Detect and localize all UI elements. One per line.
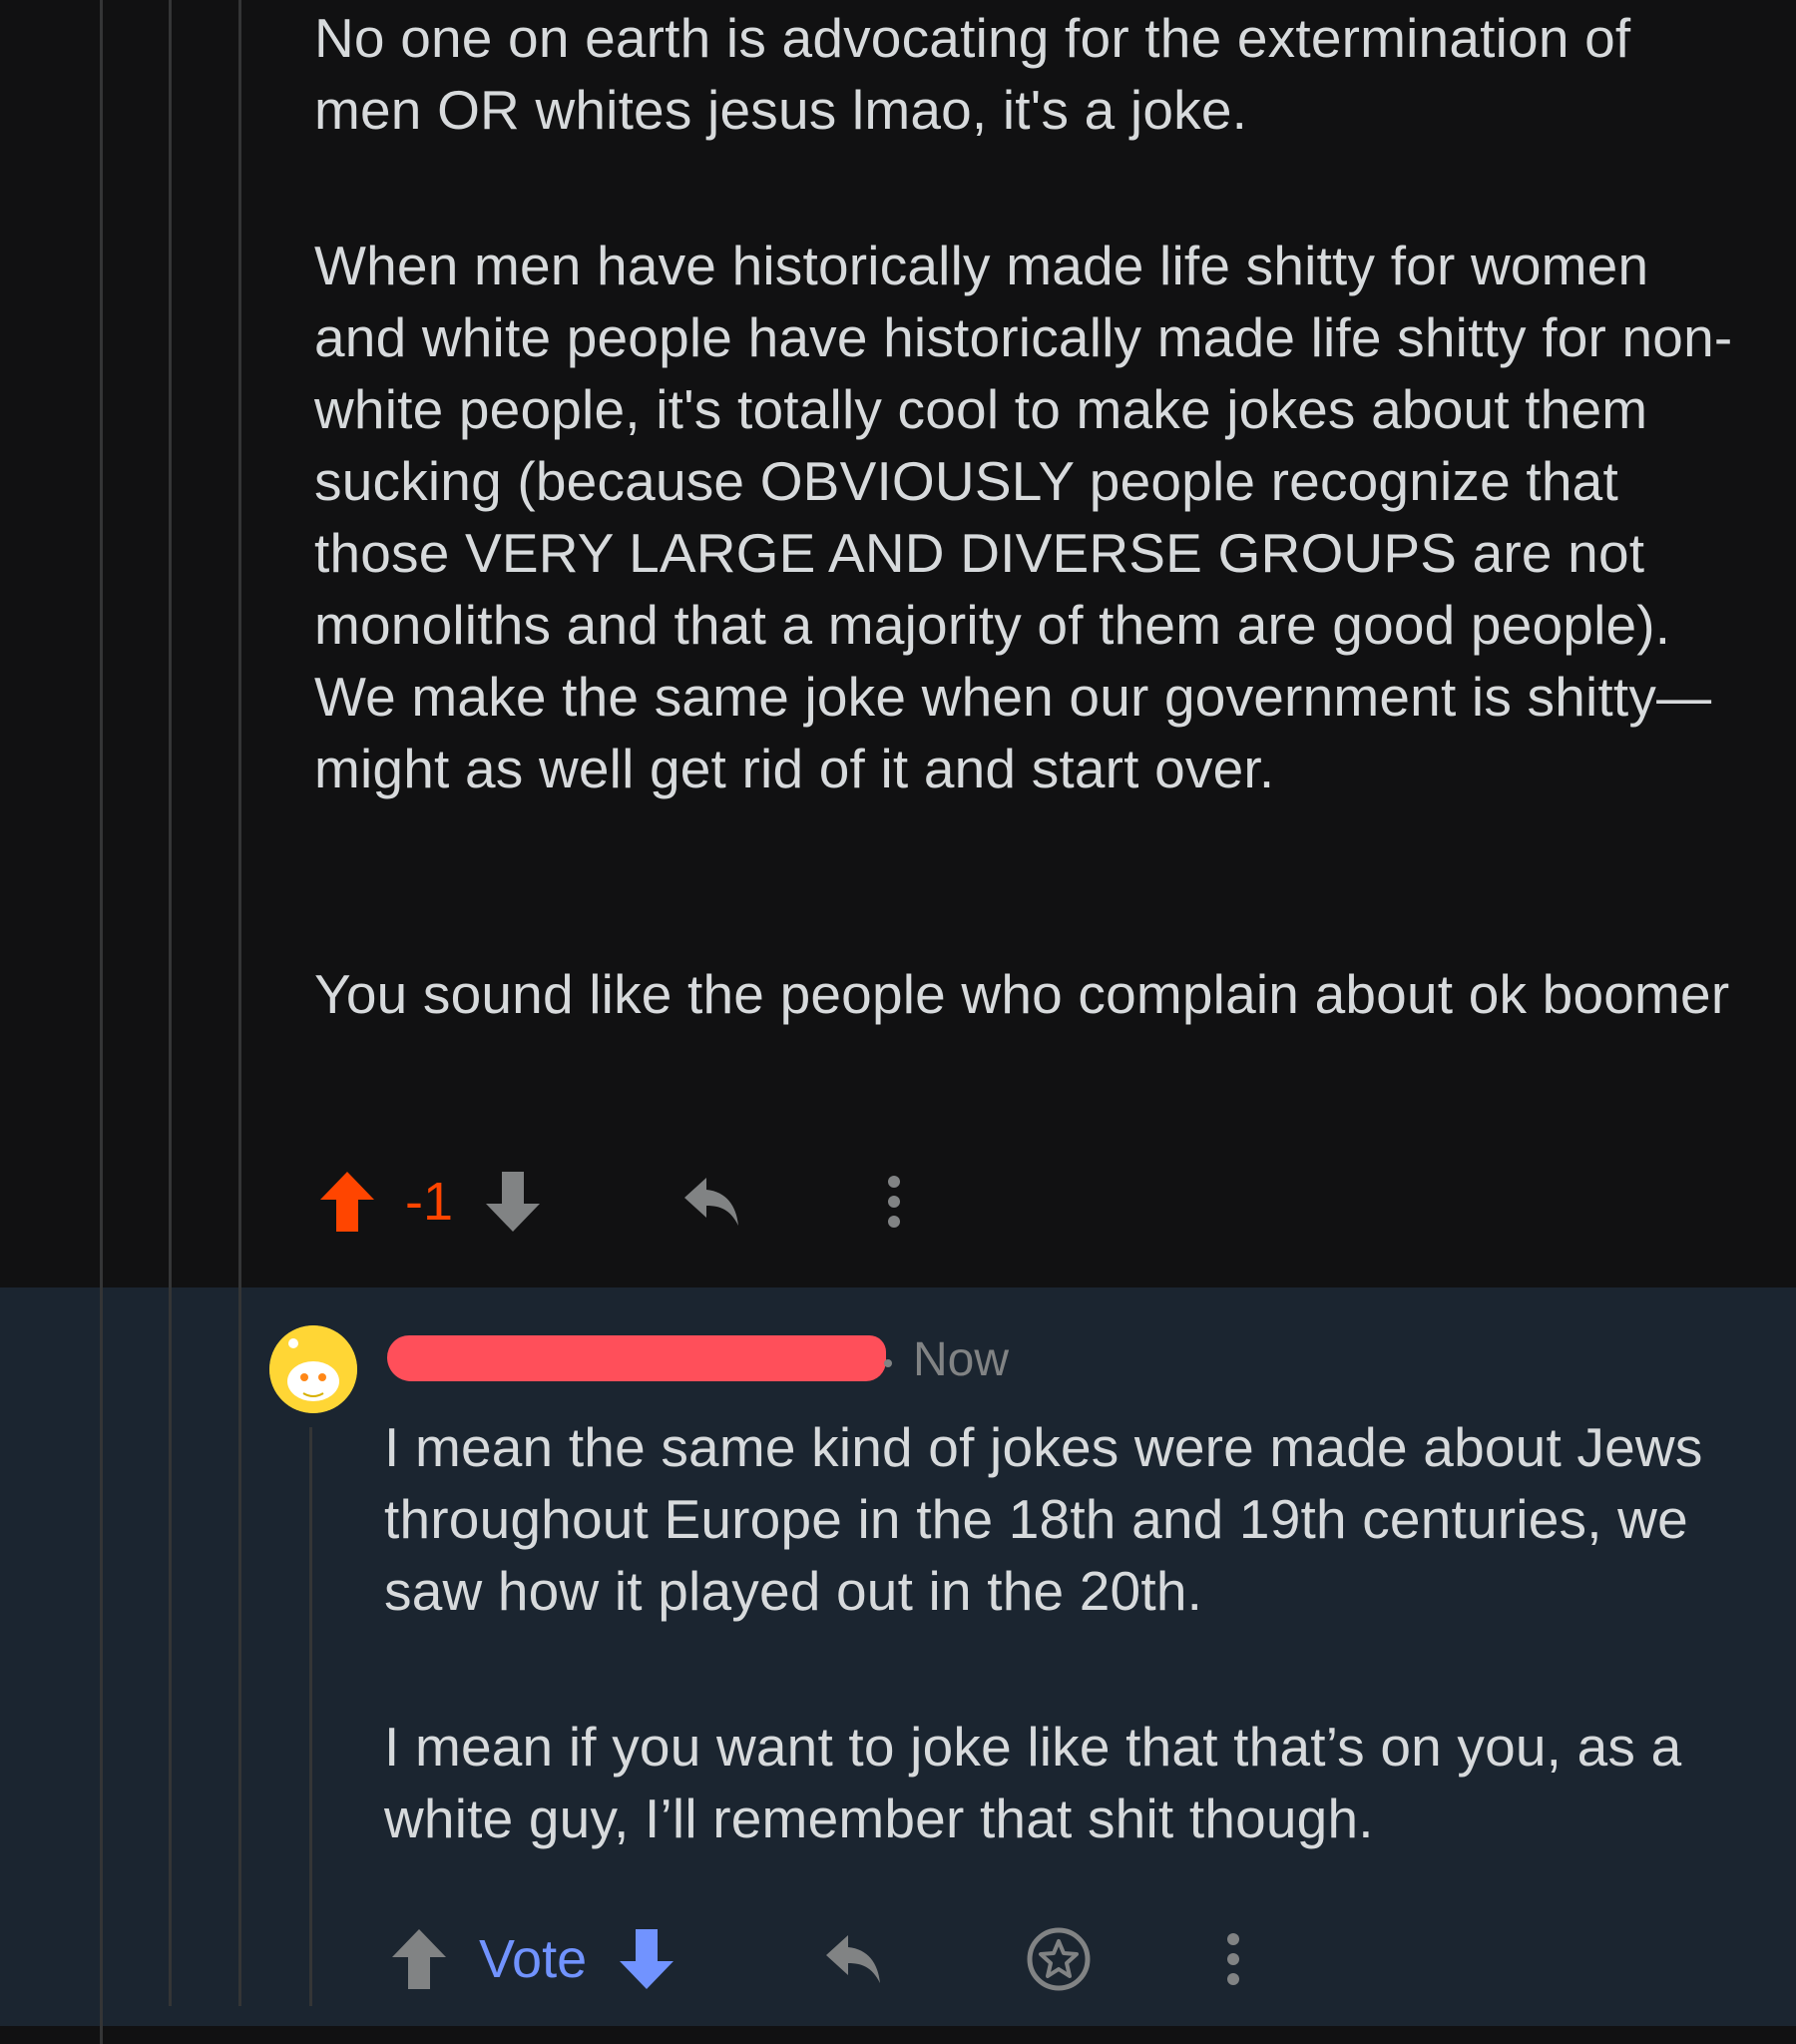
comment-paragraph-2: When men have historically made life shi… xyxy=(314,235,1733,799)
bottom-strip xyxy=(0,2026,1796,2044)
reply-icon[interactable] xyxy=(680,1170,744,1234)
reply-paragraph-2: I mean if you want to joke like that tha… xyxy=(384,1716,1697,1849)
arrow-up-icon[interactable] xyxy=(389,1927,449,1991)
snoo-avatar-icon xyxy=(269,1325,357,1413)
meta-separator xyxy=(884,1359,892,1367)
reply-paragraph-1: I mean the same kind of jokes were made … xyxy=(384,1416,1718,1622)
score-count: -1 xyxy=(405,1172,454,1232)
thread-line-1[interactable] xyxy=(100,2026,103,2044)
comment-paragraph-3: You sound like the people who complain a… xyxy=(314,963,1730,1025)
avatar[interactable] xyxy=(269,1325,357,1413)
parent-action-bar: -1 xyxy=(317,1170,906,1234)
arrow-down-icon[interactable] xyxy=(617,1927,676,1991)
comment-paragraph-1: No one on earth is advocating for the ex… xyxy=(314,7,1646,141)
thread-line-3[interactable] xyxy=(238,1287,241,2006)
reply-action-bar: Vote xyxy=(389,1926,1245,1992)
vote-label[interactable]: Vote xyxy=(479,1929,587,1989)
thread-line-2[interactable] xyxy=(169,1287,172,2006)
award-icon[interactable] xyxy=(1026,1926,1092,1992)
reply-comment: Now I mean the same kind of jokes were m… xyxy=(0,1287,1796,2026)
thread-line-1[interactable] xyxy=(100,1287,103,2026)
thread-line-3[interactable] xyxy=(238,0,241,1287)
thread-line-2[interactable] xyxy=(169,0,172,1287)
parent-comment: No one on earth is advocating for the ex… xyxy=(0,0,1796,1287)
arrow-up-icon[interactable] xyxy=(317,1170,377,1234)
arrow-down-icon[interactable] xyxy=(483,1170,543,1234)
thread-line-4[interactable] xyxy=(309,1427,312,2006)
username[interactable] xyxy=(387,1335,886,1381)
more-vertical-icon[interactable] xyxy=(882,1170,906,1234)
reply-icon[interactable] xyxy=(822,1927,886,1991)
more-vertical-icon[interactable] xyxy=(1221,1927,1245,1991)
timestamp: Now xyxy=(913,1333,1010,1386)
screen: No one on earth is advocating for the ex… xyxy=(0,0,1796,2044)
thread-line-1[interactable] xyxy=(100,0,103,1287)
